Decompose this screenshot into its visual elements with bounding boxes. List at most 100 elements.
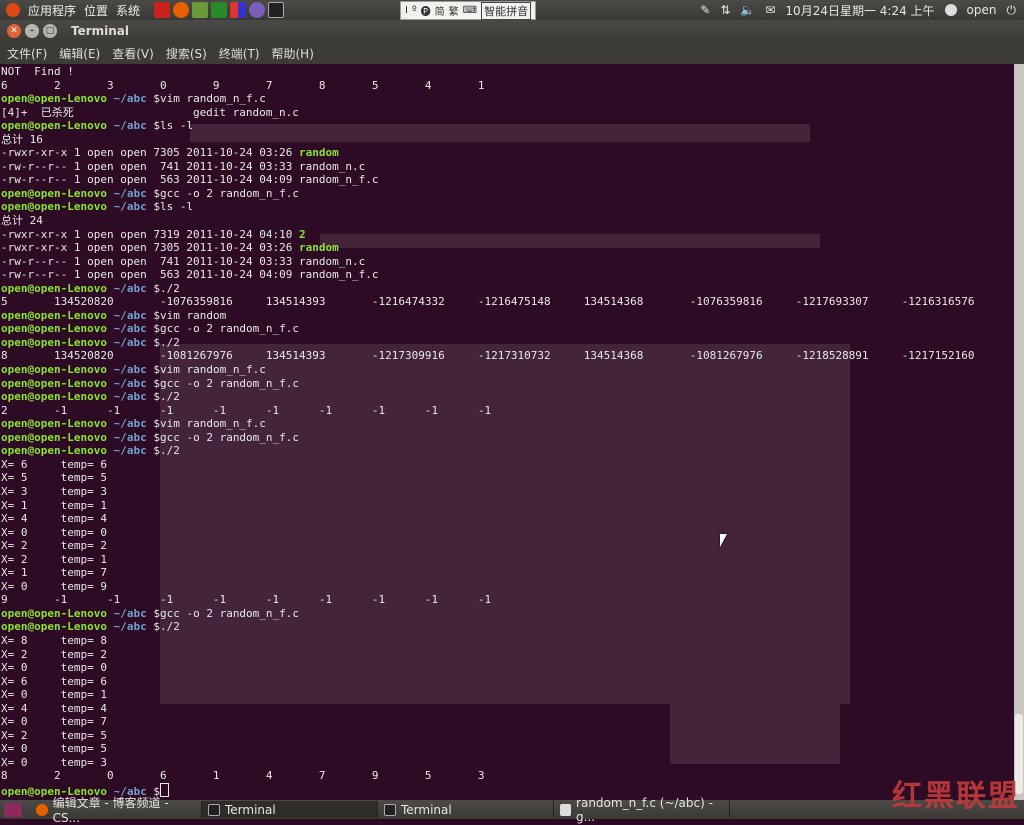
minimize-icon[interactable]: – (25, 24, 39, 38)
menu-terminal[interactable]: 终端(T) (219, 45, 260, 62)
terminal-line: open@open-Lenovo ~/abc $gcc -o 2 random_… (1, 187, 975, 201)
command-text: $gcc -o 2 random_n_f.c (153, 322, 300, 336)
terminal-line: X= 5 temp= 5 (1, 471, 975, 485)
window-titlebar[interactable]: ✕ – □ Terminal (0, 20, 1024, 42)
ime-glyph-icon[interactable]: Ⅰ (405, 5, 408, 16)
output-text: X= 2 temp= 5 (1, 728, 107, 742)
terminal-line: X= 1 temp= 1 (1, 499, 975, 513)
menu-file[interactable]: 文件(F) (7, 45, 47, 62)
pdf-reader-icon[interactable] (154, 2, 171, 18)
power-icon[interactable]: ⏻ (1007, 3, 1017, 18)
prompt-path: ~/abc (113, 308, 147, 322)
app-grid-icon[interactable] (230, 2, 247, 18)
keyboard-icon[interactable]: ⌨ (463, 5, 477, 16)
output-text: [4]+ 已杀死 gedit random_n.c (1, 105, 299, 119)
terminal-launcher-icon[interactable] (268, 2, 285, 18)
menu-view[interactable]: 查看(V) (112, 45, 154, 62)
terminal-line: -rwxr-xr-x 1 open open 7319 2011-10-24 0… (1, 228, 975, 242)
menu-help[interactable]: 帮助(H) (272, 45, 314, 62)
output-text: X= 6 temp= 6 (1, 674, 107, 688)
ime-traditional-button[interactable]: 繁 (449, 3, 459, 18)
taskbar-item-browser[interactable]: 编辑文章 - 博客频道 - CS... (30, 796, 202, 825)
places-menu[interactable]: 位置 (84, 2, 108, 19)
command-text: $gcc -o 2 random_n_f.c (153, 606, 300, 620)
menu-search[interactable]: 搜索(S) (166, 45, 207, 62)
output-text: X= 4 temp= 4 (1, 701, 107, 715)
terminal-line: X= 6 temp= 6 (1, 675, 975, 689)
close-icon[interactable]: ✕ (7, 24, 21, 38)
bottom-taskbar: 编辑文章 - 博客频道 - CS... Terminal Terminal ra… (0, 796, 1024, 825)
network-icon[interactable]: ⇅ (720, 3, 730, 17)
user-menu[interactable]: open (967, 3, 997, 17)
user-icon (944, 4, 957, 16)
prompt-user: open@open-Lenovo (1, 606, 107, 620)
command-text: $vim random_n_f.c (153, 363, 266, 377)
maximize-icon[interactable]: □ (43, 24, 57, 38)
ime-glyph-icon[interactable]: 🅟 (421, 3, 431, 18)
terminal-line: X= 2 temp= 1 (1, 553, 975, 567)
top-panel: 应用程序 位置 系统 Ⅰ º 🅟 简 繁 ⌨ 智能拼音 ✎ ⇅ 🔈 ✉ 10月2… (0, 0, 1024, 20)
firefox-icon[interactable] (173, 2, 190, 18)
prompt-path: ~/abc (113, 281, 147, 295)
terminal-line: X= 0 temp= 1 (1, 688, 975, 702)
menu-edit[interactable]: 编辑(E) (59, 45, 100, 62)
vim-icon[interactable] (211, 2, 228, 18)
ls-entry: -rwxr-xr-x 1 open open 7305 2011-10-24 0… (1, 241, 300, 255)
taskbar-item-gedit[interactable]: random_n_f.c (~/abc) - g... (554, 796, 730, 824)
terminal-scrollbar[interactable] (1014, 64, 1024, 800)
mouse-cursor-icon (720, 534, 727, 547)
output-text: X= 2 temp= 1 (1, 552, 107, 566)
ime-glyph-icon[interactable]: º (412, 5, 417, 16)
task-label: Terminal (225, 802, 276, 817)
terminal-output[interactable]: NOT Find ! 6 2 3 0 9 7 8 5 4 1 open@open-L… (0, 64, 1014, 800)
volume-icon[interactable]: 🔈 (740, 3, 755, 17)
applications-menu[interactable]: 应用程序 (28, 2, 76, 19)
terminal-line: X= 0 temp= 0 (1, 661, 975, 675)
command-text: $vim random_n_f.c (153, 92, 266, 106)
output-text: X= 4 temp= 4 (1, 512, 107, 526)
terminal-line: X= 0 temp= 7 (1, 715, 975, 729)
prompt-user: open@open-Lenovo (1, 322, 107, 336)
prompt-user: open@open-Lenovo (1, 363, 107, 377)
output-text: X= 0 temp= 5 (1, 742, 107, 756)
terminal-line: -rw-r--r-- 1 open open 563 2011-10-24 04… (1, 173, 975, 187)
output-text: 总计 24 (1, 214, 43, 228)
taskbar-item-terminal[interactable]: Terminal (378, 801, 554, 818)
terminal-line: open@open-Lenovo ~/abc $vim random_n_f.c (1, 363, 975, 377)
terminal-line: 8 2 0 6 1 4 7 9 5 3 (1, 769, 975, 783)
terminal-line: X= 6 temp= 6 (1, 458, 975, 472)
system-menu[interactable]: 系统 (116, 2, 140, 19)
task-label: 编辑文章 - 博客频道 - CS... (52, 796, 169, 825)
emacs-icon[interactable] (249, 2, 266, 18)
prompt-path: ~/abc (113, 335, 147, 349)
pen-icon[interactable]: ✎ (700, 3, 710, 17)
window-title: Terminal (71, 24, 130, 38)
executable-name: 2 (299, 227, 306, 241)
show-desktop-icon[interactable] (4, 802, 22, 817)
prompt-user: open@open-Lenovo (1, 119, 107, 133)
prompt-path: ~/abc (113, 620, 147, 634)
prompt-user: open@open-Lenovo (1, 620, 107, 634)
terminal-line: X= 0 temp= 0 (1, 526, 975, 540)
command-text: $ls -l (153, 119, 194, 133)
terminal-line: X= 4 temp= 4 (1, 702, 975, 716)
ubuntu-logo-icon[interactable] (6, 3, 20, 17)
terminal-line: -rw-r--r-- 1 open open 741 2011-10-24 03… (1, 255, 975, 269)
output-text: X= 8 temp= 8 (1, 633, 107, 647)
prompt-path: ~/abc (113, 606, 147, 620)
command-text: $gcc -o 2 random_n_f.c (153, 430, 300, 444)
mail-icon[interactable]: ✉ (765, 3, 775, 17)
ime-simplified-button[interactable]: 简 (435, 3, 445, 18)
terminal-line: X= 0 temp= 9 (1, 580, 975, 594)
prompt-path: ~/abc (113, 186, 147, 200)
terminal-line: X= 8 temp= 8 (1, 634, 975, 648)
ime-mode-label[interactable]: 智能拼音 (481, 1, 532, 20)
book-icon[interactable] (192, 2, 209, 18)
clock[interactable]: 10月24日星期一 4:24 上午 (785, 2, 934, 19)
terminal-line: open@open-Lenovo ~/abc $vim random_n_f.c (1, 92, 975, 106)
taskbar-item-terminal-active[interactable]: Terminal (202, 801, 378, 818)
command-text: $gcc -o 2 random_n_f.c (153, 376, 300, 390)
terminal-line: 总计 16 (1, 133, 975, 147)
output-text: 5 134520820 -1076359816 134514393 -12164… (1, 295, 975, 309)
prompt-path: ~/abc (113, 363, 147, 377)
